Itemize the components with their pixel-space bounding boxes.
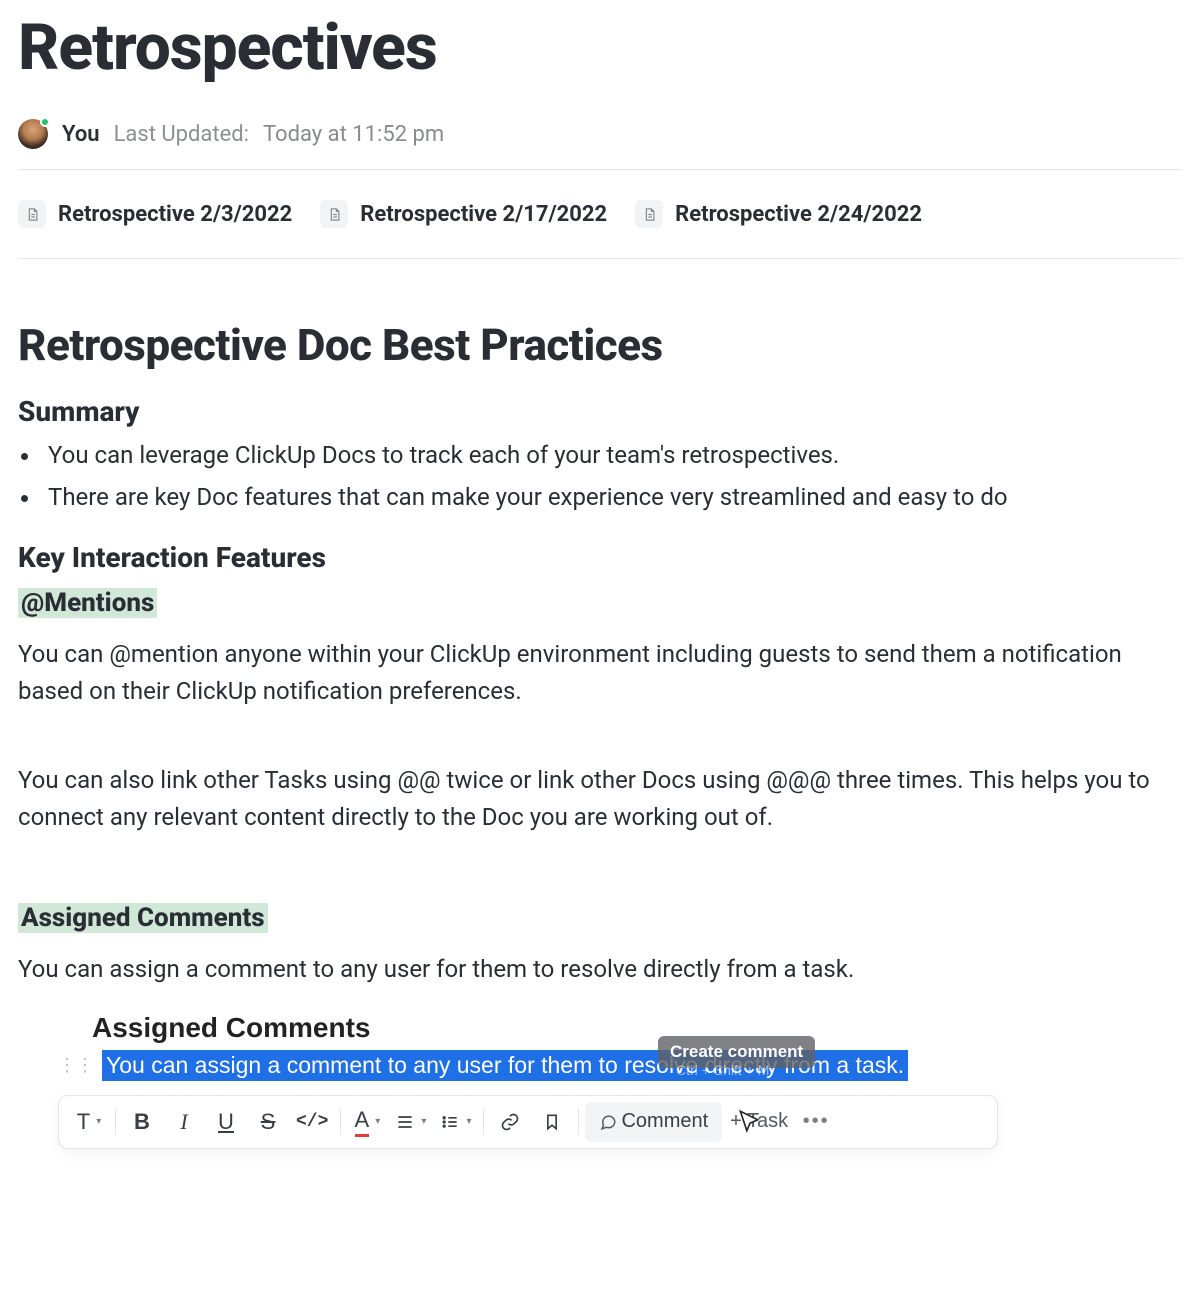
drag-handle-icon[interactable]: ⋮⋮	[58, 1056, 94, 1074]
author-name[interactable]: You	[62, 122, 100, 147]
bold-button[interactable]: B	[122, 1102, 162, 1142]
bookmark-button[interactable]	[532, 1102, 572, 1142]
divider	[18, 169, 1182, 170]
toolbar-divider	[483, 1109, 484, 1135]
tooltip-shortcut: Ctrl + Shift + M	[676, 1062, 769, 1078]
key-features-heading: Key Interaction Features	[18, 541, 1182, 574]
subpage-link[interactable]: Retrospective 2/24/2022	[635, 198, 922, 230]
subpage-list: Retrospective 2/3/2022 Retrospective 2/1…	[18, 198, 1182, 230]
list-button[interactable]: ▾	[434, 1102, 477, 1142]
text-color-button[interactable]: A▾	[347, 1102, 387, 1142]
embed-title: Assigned Comments	[92, 1012, 998, 1044]
text-style-button[interactable]: T▾	[69, 1102, 109, 1142]
formatting-toolbar: T▾ B I U S </> A▾ ▾ ▾	[58, 1095, 998, 1149]
section-heading: Retrospective Doc Best Practices	[18, 319, 1182, 371]
assigned-comments-heading: Assigned Comments	[18, 903, 268, 933]
summary-list: You can leverage ClickUp Docs to track e…	[42, 436, 1182, 517]
subpage-label: Retrospective 2/24/2022	[675, 202, 922, 227]
strikethrough-button[interactable]: S	[248, 1102, 288, 1142]
more-button[interactable]: •••	[796, 1102, 836, 1142]
underline-button[interactable]: U	[206, 1102, 246, 1142]
align-button[interactable]: ▾	[389, 1102, 432, 1142]
divider	[18, 258, 1182, 259]
subpage-label: Retrospective 2/3/2022	[58, 202, 292, 227]
comment-button[interactable]: Comment	[585, 1102, 722, 1142]
last-updated-label: Last Updated:	[114, 122, 249, 147]
last-updated-value: Today at 11:52 pm	[263, 122, 444, 147]
avatar[interactable]	[18, 119, 48, 149]
toolbar-divider	[115, 1109, 116, 1135]
page-title: Retrospectives	[18, 10, 1182, 85]
body-text: You can assign a comment to any user for…	[18, 951, 1182, 988]
body-text: You can @mention anyone within your Clic…	[18, 636, 1182, 710]
summary-heading: Summary	[18, 395, 1182, 428]
presence-indicator	[40, 117, 50, 127]
document-icon	[320, 200, 348, 228]
subpage-link[interactable]: Retrospective 2/17/2022	[320, 198, 607, 230]
document-icon	[18, 200, 46, 228]
add-task-button[interactable]: + Task	[724, 1102, 794, 1142]
link-button[interactable]	[490, 1102, 530, 1142]
mentions-heading: @Mentions	[18, 588, 157, 618]
toolbar-divider	[340, 1109, 341, 1135]
embedded-example: Assigned Comments ⋮⋮ You can assign a co…	[58, 1012, 998, 1149]
code-button[interactable]: </>	[290, 1102, 334, 1142]
italic-button[interactable]: I	[164, 1102, 204, 1142]
document-icon	[635, 200, 663, 228]
subpage-link[interactable]: Retrospective 2/3/2022	[18, 198, 292, 230]
list-item: There are key Doc features that can make…	[42, 478, 1182, 516]
toolbar-divider	[578, 1109, 579, 1135]
meta-row: You Last Updated: Today at 11:52 pm	[18, 119, 1182, 149]
list-item: You can leverage ClickUp Docs to track e…	[42, 436, 1182, 474]
body-text: You can also link other Tasks using @@ t…	[18, 762, 1182, 836]
subpage-label: Retrospective 2/17/2022	[360, 202, 607, 227]
